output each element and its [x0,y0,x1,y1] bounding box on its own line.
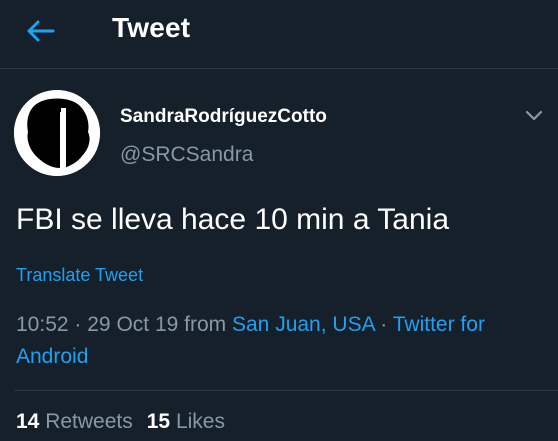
retweets-stat[interactable]: 14 Retweets [16,410,133,433]
from-label: from [184,313,227,336]
back-button[interactable] [20,14,60,48]
translate-tweet-link[interactable]: Translate Tweet [16,265,143,286]
meta-separator: · [74,313,82,336]
top-bar: Tweet [0,0,558,69]
profile-picture-icon [14,90,100,176]
arrow-left-icon [27,20,55,42]
likes-count: 15 [146,410,171,433]
retweets-count: 14 [16,410,40,433]
engagement-stats: 14 Retweets 15 Likes [16,410,225,434]
likes-label: Likes [175,410,225,433]
tweet-menu-button[interactable] [522,106,546,126]
avatar[interactable] [14,90,100,176]
chevron-down-icon [525,110,543,121]
tweet-date: 29 Oct 19 [87,313,179,336]
likes-stat[interactable]: 15 Likes [147,410,225,433]
meta-separator: · [380,313,388,336]
retweets-label: Retweets [45,410,133,433]
author-name[interactable]: SandraRodríguezCotto [120,106,327,128]
author-handle[interactable]: @SRCSandra [120,143,253,167]
tweet-time: 10:52 [16,313,69,336]
tweet-metadata: 10:52 · 29 Oct 19 from San Juan, USA · T… [16,309,546,373]
tweet-text: FBI se lleva hace 10 min a Tania [16,203,450,236]
location-link[interactable]: San Juan, USA [232,313,374,336]
divider [14,390,558,391]
page-title: Tweet [112,12,191,43]
